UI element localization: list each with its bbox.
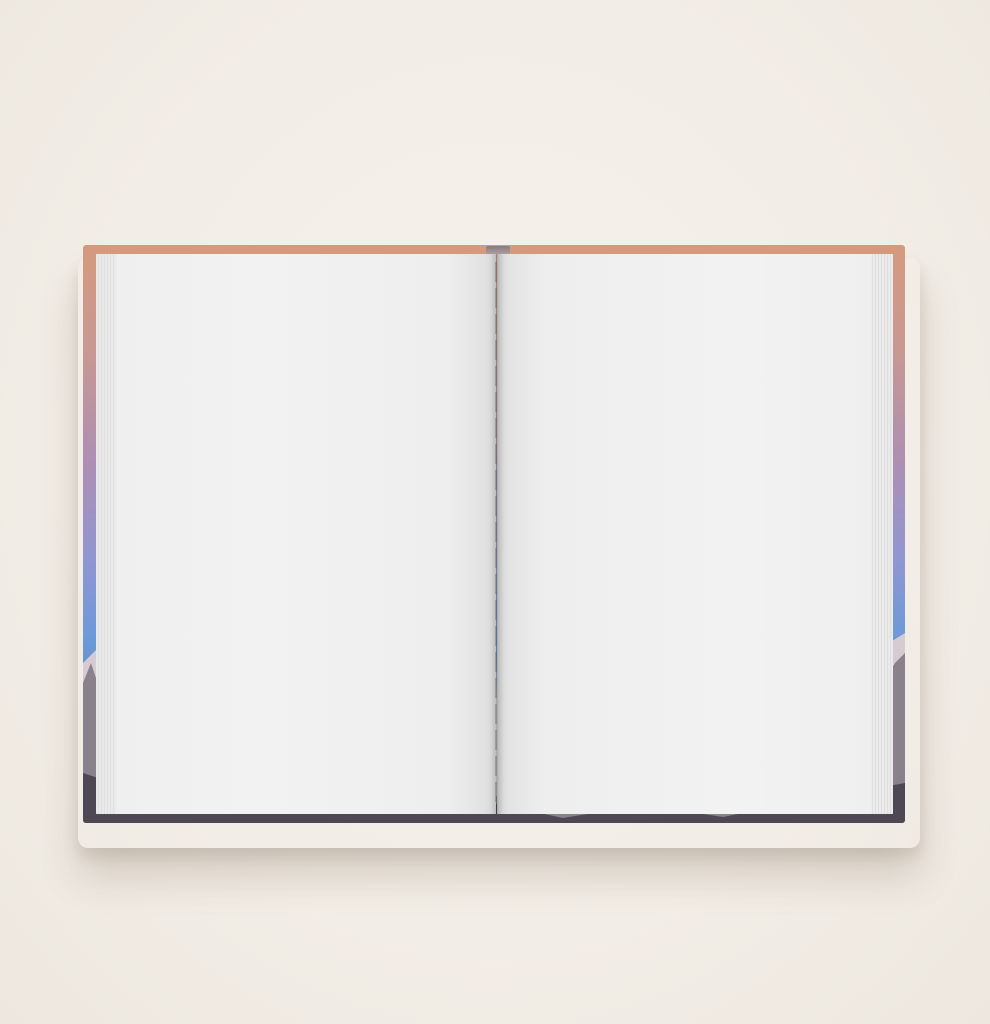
book-gutter	[490, 254, 504, 814]
binding-stitch	[495, 262, 497, 807]
right-page	[497, 254, 893, 814]
spine-headband	[486, 246, 510, 254]
left-page	[96, 254, 496, 814]
